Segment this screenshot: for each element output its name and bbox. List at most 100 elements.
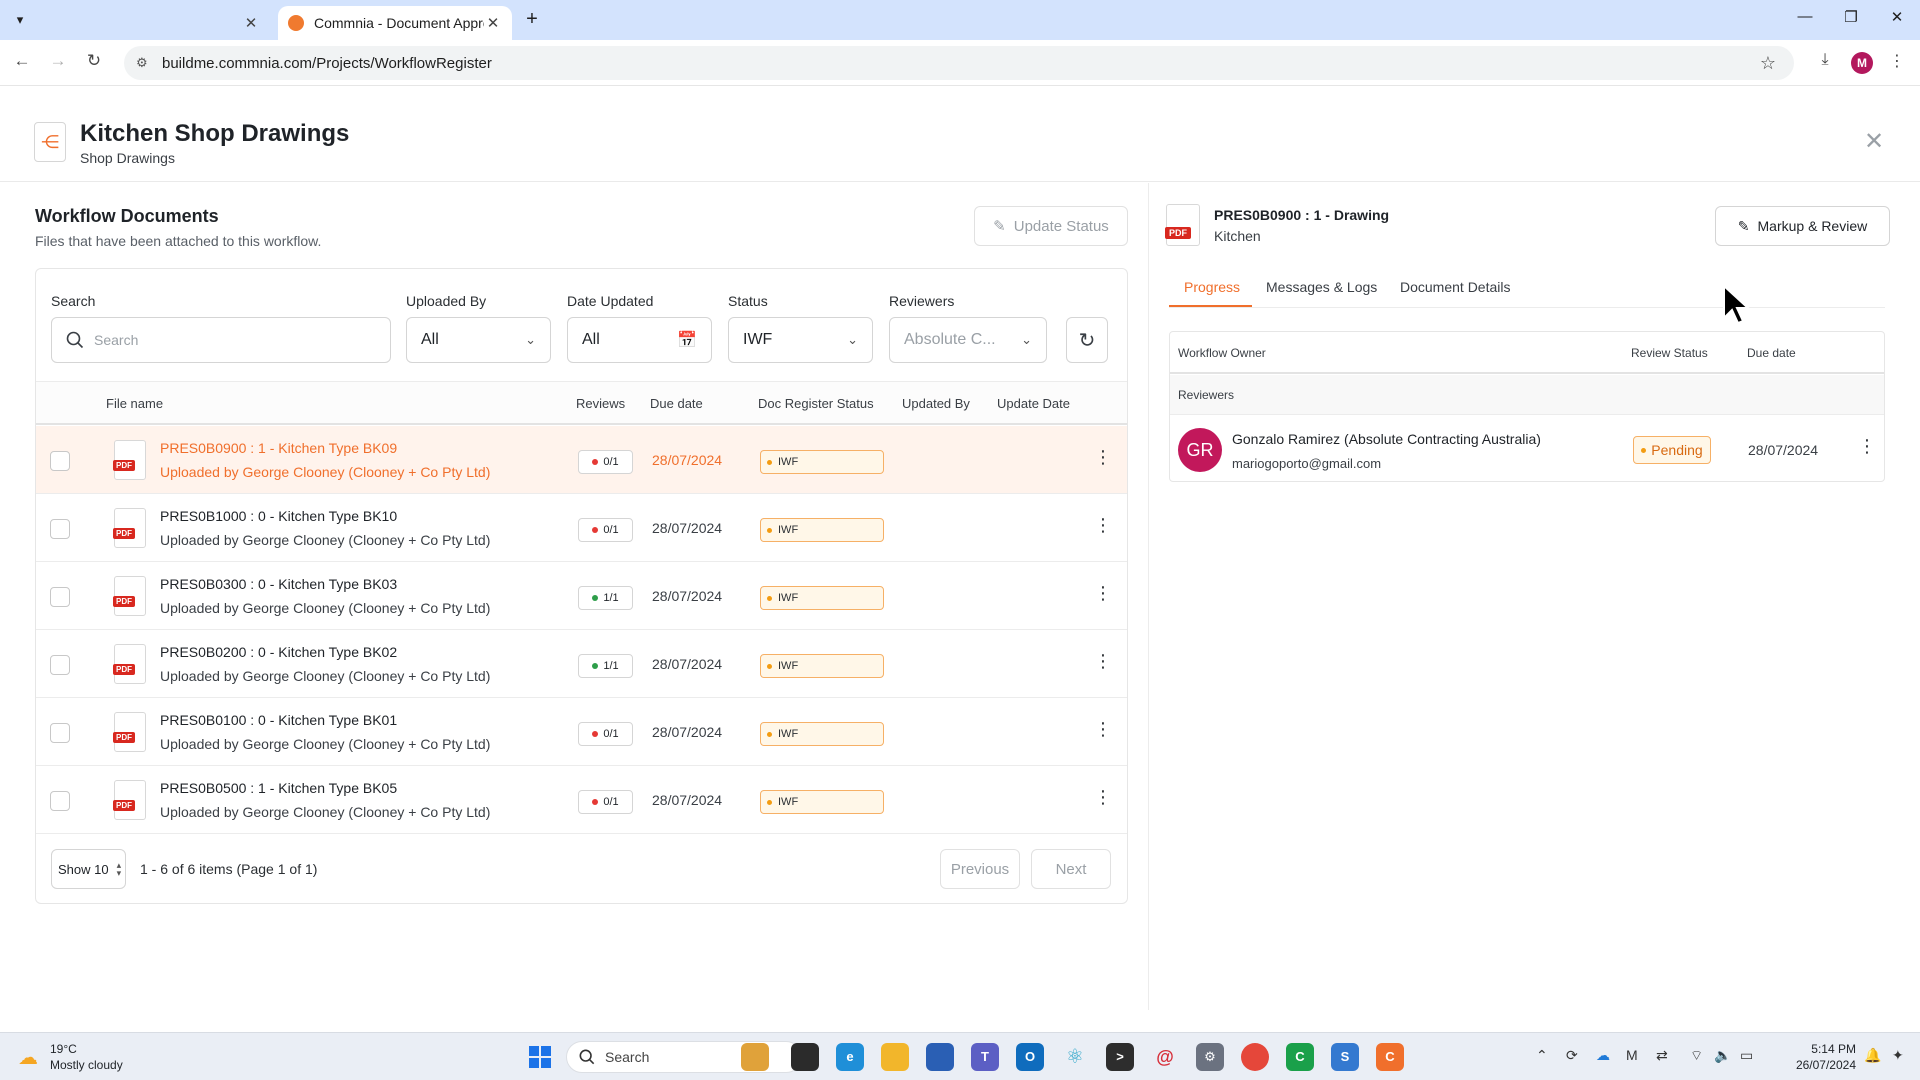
markup-review-button[interactable]: ✎ Markup & Review (1715, 206, 1890, 246)
file-name[interactable]: PRES0B0100 : 0 - Kitchen Type BK01 (160, 712, 397, 728)
copilot-icon[interactable]: ✦ (1892, 1047, 1904, 1064)
downloads-icon[interactable]: ⤓ (1813, 51, 1837, 75)
bookmark-star-icon[interactable]: ☆ (1760, 53, 1776, 74)
next-page-button[interactable]: Next (1031, 849, 1111, 889)
row-checkbox[interactable] (50, 519, 70, 539)
file-explorer-app-icon[interactable] (881, 1043, 909, 1071)
weather-cloud-icon[interactable]: ☁ (18, 1045, 38, 1070)
tab-progress[interactable]: Progress (1184, 279, 1240, 295)
system-clock[interactable]: 5:14 PM 26/07/2024 (1770, 1041, 1856, 1073)
table-row[interactable]: PDF PRES0B1000 : 0 - Kitchen Type BK10 U… (36, 494, 1127, 562)
weather-widget[interactable]: 19°C Mostly cloudy (50, 1041, 123, 1073)
row-menu-icon[interactable]: ⋮ (1094, 718, 1112, 742)
search-input[interactable] (94, 332, 374, 348)
gmail-icon[interactable]: M (1626, 1047, 1638, 1063)
reload-icon[interactable]: ↻ (82, 51, 106, 75)
row-menu-icon[interactable]: ⋮ (1094, 650, 1112, 674)
row-menu-icon[interactable]: ⋮ (1094, 514, 1112, 538)
col-update-date[interactable]: Update Date (997, 396, 1070, 411)
site-info-icon[interactable]: ⚙ (136, 55, 152, 71)
table-row[interactable]: PDF PRES0B0200 : 0 - Kitchen Type BK02 U… (36, 630, 1127, 698)
col-due-date[interactable]: Due date (650, 396, 703, 411)
col-updated-by[interactable]: Updated By (902, 396, 970, 411)
sync-icon[interactable]: ⟳ (1566, 1047, 1578, 1064)
react-app-icon[interactable]: ⚛ (1061, 1043, 1089, 1071)
close-tab-icon[interactable]: ✕ (484, 14, 502, 32)
row-checkbox[interactable] (50, 655, 70, 675)
row-menu-icon[interactable]: ⋮ (1094, 786, 1112, 810)
minimize-icon[interactable]: — (1790, 8, 1820, 32)
forward-icon[interactable]: → (46, 51, 70, 75)
row-checkbox[interactable] (50, 451, 70, 471)
taskview-app-icon[interactable] (791, 1043, 819, 1071)
update-status-button[interactable]: ✎ Update Status (974, 206, 1128, 246)
row-checkbox[interactable] (50, 587, 70, 607)
file-name[interactable]: PRES0B0300 : 0 - Kitchen Type BK03 (160, 576, 397, 592)
tray-overflow-icon[interactable]: ⌃ (1536, 1047, 1548, 1064)
calendar-icon[interactable]: 📅 (677, 330, 697, 350)
commnia-favicon-icon (288, 15, 304, 31)
briefcase-app-icon[interactable] (741, 1043, 769, 1071)
back-icon[interactable]: ← (10, 51, 34, 75)
status-select[interactable]: IWF ⌄ (728, 317, 873, 363)
new-tab-icon[interactable]: + (520, 8, 544, 32)
table-row[interactable]: PDF PRES0B0300 : 0 - Kitchen Type BK03 U… (36, 562, 1127, 630)
reviewers-select[interactable]: Absolute C... ⌄ (889, 317, 1047, 363)
date-updated-picker[interactable]: All 📅 (567, 317, 712, 363)
notifications-icon[interactable]: 🔔 (1864, 1047, 1881, 1064)
table-row[interactable]: PDF PRES0B0900 : 1 - Kitchen Type BK09 U… (36, 426, 1127, 494)
row-menu-icon[interactable]: ⋮ (1094, 446, 1112, 470)
uploaded-by-value: All (421, 331, 439, 348)
reviews-badge: 0/1 (578, 518, 633, 542)
refresh-button[interactable]: ↻ (1066, 317, 1108, 363)
edge-app-icon[interactable]: e (836, 1043, 864, 1071)
sway-app-icon[interactable]: S (1331, 1043, 1359, 1071)
tab-document-details[interactable]: Document Details (1400, 279, 1511, 295)
camtasia-app-icon[interactable]: C (1286, 1043, 1314, 1071)
battery-icon[interactable]: ▭ (1740, 1047, 1753, 1064)
file-name[interactable]: PRES0B0500 : 1 - Kitchen Type BK05 (160, 780, 397, 796)
reviews-badge: 1/1 (578, 586, 633, 610)
reviewer-menu-icon[interactable]: ⋮ (1858, 436, 1876, 457)
file-name[interactable]: PRES0B0200 : 0 - Kitchen Type BK02 (160, 644, 397, 660)
search-field[interactable] (51, 317, 391, 363)
settings-app-icon[interactable]: ⚙ (1196, 1043, 1224, 1071)
at-app-icon[interactable]: @ (1151, 1043, 1179, 1071)
onedrive-icon[interactable]: ☁ (1596, 1047, 1610, 1064)
transfer-icon[interactable]: ⇄ (1656, 1047, 1668, 1064)
browser-tab-inactive[interactable]: ✕ (34, 6, 270, 40)
commnia-app-icon[interactable]: C (1376, 1043, 1404, 1071)
chrome-app-icon[interactable] (1241, 1043, 1269, 1071)
teams-app-icon[interactable]: T (971, 1043, 999, 1071)
previous-page-button[interactable]: Previous (940, 849, 1020, 889)
terminal-app-icon[interactable]: > (1106, 1043, 1134, 1071)
tab-search-chevron-icon[interactable]: ▾ (8, 8, 32, 32)
row-menu-icon[interactable]: ⋮ (1094, 582, 1112, 606)
outlook-app-icon[interactable]: O (1016, 1043, 1044, 1071)
wifi-icon[interactable]: ⌔ (1690, 1047, 1703, 1065)
col-doc-register-status[interactable]: Doc Register Status (758, 396, 874, 411)
table-row[interactable]: PDF PRES0B0100 : 0 - Kitchen Type BK01 U… (36, 698, 1127, 766)
volume-icon[interactable]: 🔈 (1714, 1047, 1731, 1064)
store-app-icon[interactable] (926, 1043, 954, 1071)
col-reviews[interactable]: Reviews (576, 396, 625, 411)
window-close-icon[interactable]: ✕ (1882, 8, 1912, 32)
close-tab-icon[interactable]: ✕ (242, 14, 260, 32)
file-name[interactable]: PRES0B1000 : 0 - Kitchen Type BK10 (160, 508, 397, 524)
row-checkbox[interactable] (50, 723, 70, 743)
browser-menu-icon[interactable]: ⋮ (1885, 51, 1909, 75)
table-row[interactable]: PDF PRES0B0500 : 1 - Kitchen Type BK05 U… (36, 766, 1127, 834)
profile-avatar[interactable]: M (1851, 52, 1873, 74)
windows-taskbar: ☁ 19°C Mostly cloudy Search e T O ⚛ > @ … (0, 1032, 1920, 1080)
close-panel-icon[interactable]: ✕ (1862, 130, 1886, 154)
restore-icon[interactable]: ❐ (1836, 8, 1866, 32)
tab-messages-logs[interactable]: Messages & Logs (1266, 279, 1377, 295)
file-name[interactable]: PRES0B0900 : 1 - Kitchen Type BK09 (160, 440, 397, 456)
row-checkbox[interactable] (50, 791, 70, 811)
address-bar[interactable]: ⚙ buildme.commnia.com/Projects/WorkflowR… (124, 46, 1794, 80)
windows-start-icon[interactable] (529, 1046, 551, 1068)
col-file-name[interactable]: File name (106, 396, 163, 411)
browser-tab-active[interactable]: Commnia - Document Approval ✕ (278, 6, 512, 40)
page-size-select[interactable]: Show 10 ▴ ▾ (51, 849, 126, 889)
uploaded-by-select[interactable]: All ⌄ (406, 317, 551, 363)
